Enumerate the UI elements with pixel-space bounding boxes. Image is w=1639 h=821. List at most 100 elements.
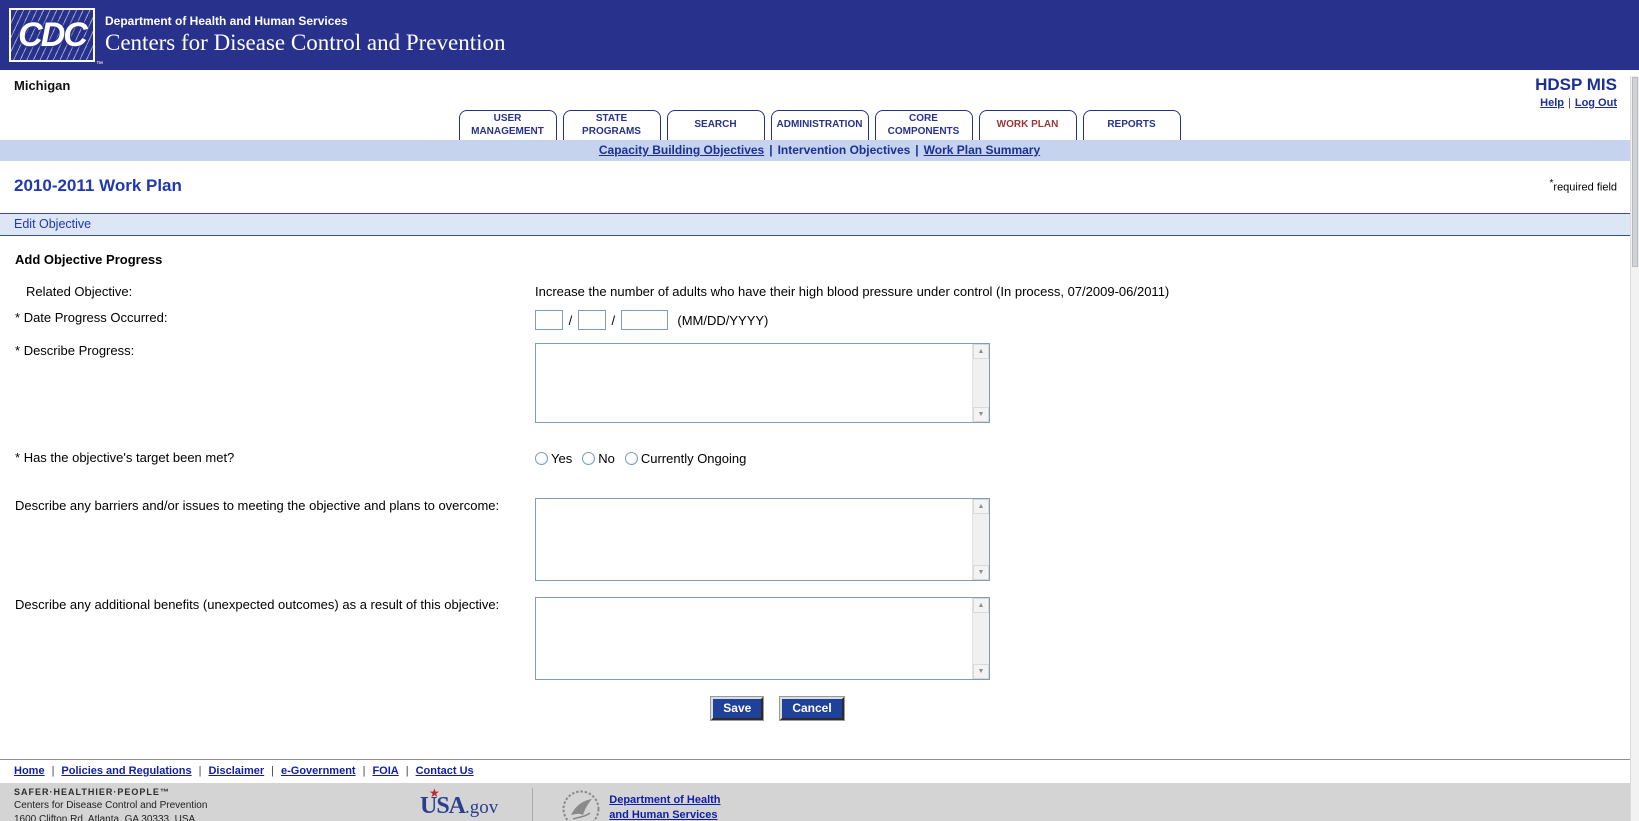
footer-link-policies[interactable]: Policies and Regulations	[61, 765, 191, 777]
scroll-down-icon[interactable]: ▼	[973, 664, 989, 679]
footer-links: Home | Policies and Regulations | Disclaimer…	[0, 759, 1639, 783]
footer-link-foia[interactable]: FOIA	[372, 765, 398, 777]
footer-link-home[interactable]: Home	[14, 765, 45, 777]
footer-separator: |	[405, 765, 409, 777]
textarea-scrollbar[interactable]: ▲ ▼	[972, 598, 989, 679]
barriers-label: Describe any barriers and/or issues to m…	[15, 498, 500, 513]
subnav-band: Capacity Building Objectives | Interventio…	[0, 140, 1639, 161]
target-met-row: * Has the objective's target been met? Y…	[0, 450, 1639, 466]
tab-user-management[interactable]: USER MANAGEMENT	[458, 110, 557, 140]
radio-yes-label: Yes	[551, 451, 573, 466]
edit-objective-bar: Edit Objective	[0, 213, 1639, 236]
radio-currently-ongoing[interactable]	[624, 452, 638, 465]
related-objective-label: Related Objective:	[26, 284, 133, 299]
date-year-field[interactable]	[620, 310, 668, 330]
benefits-row: Describe any additional benefits (unexpe…	[0, 597, 1639, 680]
tab-reports[interactable]: REPORTS	[1082, 110, 1181, 140]
barriers-row: Describe any barriers and/or issues to m…	[0, 498, 1639, 581]
describe-progress-label: * Describe Progress:	[0, 343, 535, 358]
date-month-field[interactable]	[535, 310, 563, 330]
footer-divider	[532, 788, 534, 821]
footer-org-block: SAFER·HEALTHIER·PEOPLE™ Centers for Dise…	[0, 783, 420, 821]
date-progress-label: * Date Progress Occurred:	[0, 310, 535, 325]
date-separator: /	[611, 312, 616, 328]
related-objective-value: Increase the number of adults who have t…	[535, 284, 1170, 299]
subnav-capacity-building-objectives[interactable]: Capacity Building Objectives	[599, 143, 764, 157]
footer-link-contact-us[interactable]: Contact Us	[416, 765, 474, 777]
link-separator: |	[1567, 97, 1571, 109]
scroll-down-icon[interactable]: ▼	[973, 565, 989, 580]
required-asterisk: *	[15, 450, 21, 465]
required-field-note: *required field	[1550, 178, 1618, 194]
describe-progress-row: * Describe Progress: ▲ ▼	[0, 343, 1639, 423]
hhs-line2[interactable]: and Human Services	[609, 808, 720, 821]
cdc-logo-icon: CDC	[9, 8, 95, 62]
form-buttons: Save Cancel	[550, 697, 1005, 720]
save-button[interactable]: Save	[711, 697, 764, 720]
hhs-line1[interactable]: Department of Health	[609, 793, 720, 808]
benefits-textarea[interactable]	[536, 598, 972, 679]
barriers-textarea[interactable]	[536, 499, 972, 580]
department-line: Department of Health and Human Services	[105, 14, 348, 28]
hhs-link[interactable]: Department of Health and Human Services	[609, 793, 720, 821]
main-nav-tabs: USER MANAGEMENT STATE PROGRAMS SEARCH AD…	[0, 110, 1639, 161]
target-met-options: Yes No Currently Ongoing	[535, 451, 756, 466]
tab-state-programs[interactable]: STATE PROGRAMS	[562, 110, 661, 140]
date-progress-label-text: Date Progress Occurred:	[23, 310, 168, 325]
footer-org-name: Centers for Disease Control and Preventi…	[14, 800, 208, 811]
scroll-up-icon[interactable]: ▲	[973, 499, 989, 514]
footer-tagline: SAFER·HEALTHIER·PEOPLE™	[14, 787, 170, 797]
benefits-textarea-frame: ▲ ▼	[535, 597, 990, 680]
logout-link[interactable]: Log Out	[1575, 97, 1617, 109]
subnav-intervention-objectives[interactable]: Intervention Objectives	[778, 143, 911, 157]
subnav-separator: |	[769, 143, 773, 157]
textarea-scrollbar[interactable]: ▲ ▼	[972, 344, 989, 422]
scroll-up-icon[interactable]: ▲	[973, 598, 989, 613]
date-progress-row: * Date Progress Occurred: / / (MM/DD/YYY…	[0, 310, 1639, 330]
cdc-logo: CDC ™	[9, 8, 103, 68]
tab-work-plan[interactable]: WORK PLAN	[978, 110, 1077, 161]
usagov-logo[interactable]: ★ USA.gov	[420, 786, 498, 820]
cdc-banner: CDC ™ Department of Health and Human Ser…	[0, 0, 1639, 70]
help-link[interactable]: Help	[1540, 97, 1564, 109]
radio-no[interactable]	[582, 452, 596, 465]
topbar: Michigan HDSP MIS Help | Log Out	[0, 70, 1639, 110]
subnav-work-plan-summary[interactable]: Work Plan Summary	[924, 143, 1040, 157]
cdc-logo-text: CDC	[18, 15, 88, 54]
hhs-block: Department of Health and Human Services	[561, 789, 721, 821]
main-content: 2010-2011 Work Plan *required field Edit…	[0, 161, 1639, 821]
trademark-mark: ™	[96, 61, 103, 68]
describe-progress-textarea[interactable]	[536, 344, 972, 422]
benefits-label: Describe any additional benefits (unexpe…	[15, 597, 500, 612]
radio-no-label: No	[598, 451, 615, 466]
form-title: Add Objective Progress	[15, 252, 163, 267]
scroll-down-icon[interactable]: ▼	[973, 407, 989, 422]
date-day-field[interactable]	[577, 310, 606, 330]
usagov-usa-text: USA	[420, 793, 466, 819]
footer-link-egovernment[interactable]: e-Government	[281, 765, 356, 777]
scrollbar-thumb[interactable]	[1632, 77, 1638, 267]
textarea-scrollbar[interactable]: ▲ ▼	[972, 499, 989, 580]
footer-address: 1600 Clifton Rd. Atlanta, GA 30333, USA	[14, 814, 196, 821]
footer-separator: |	[362, 765, 366, 777]
date-format-hint: (MM/DD/YYYY)	[677, 312, 769, 328]
page-scrollbar[interactable]	[1630, 76, 1639, 821]
hhs-eagle-icon	[562, 790, 600, 821]
page: CDC ™ Department of Health and Human Ser…	[0, 0, 1639, 821]
tab-search[interactable]: SEARCH	[666, 110, 765, 140]
radio-yes[interactable]	[535, 452, 548, 465]
tab-administration[interactable]: ADMINISTRATION	[770, 110, 869, 140]
app-links: Help | Log Out	[1535, 97, 1617, 109]
footer-link-disclaimer[interactable]: Disclaimer	[208, 765, 264, 777]
footer-separator: |	[271, 765, 274, 777]
organization-line: Centers for Disease Control and Preventi…	[105, 30, 506, 55]
scroll-up-icon[interactable]: ▲	[973, 344, 989, 359]
cancel-button[interactable]: Cancel	[780, 697, 844, 720]
required-asterisk: *	[15, 310, 21, 325]
date-separator: /	[568, 312, 573, 328]
banner-text: Department of Health and Human Services …	[105, 14, 506, 56]
date-progress-controls: / / (MM/DD/YYYY)	[535, 310, 768, 330]
tab-core-components[interactable]: CORE COMPONENTS	[874, 110, 973, 140]
required-note-text: required field	[1553, 181, 1617, 194]
footer-separator: |	[51, 765, 55, 777]
